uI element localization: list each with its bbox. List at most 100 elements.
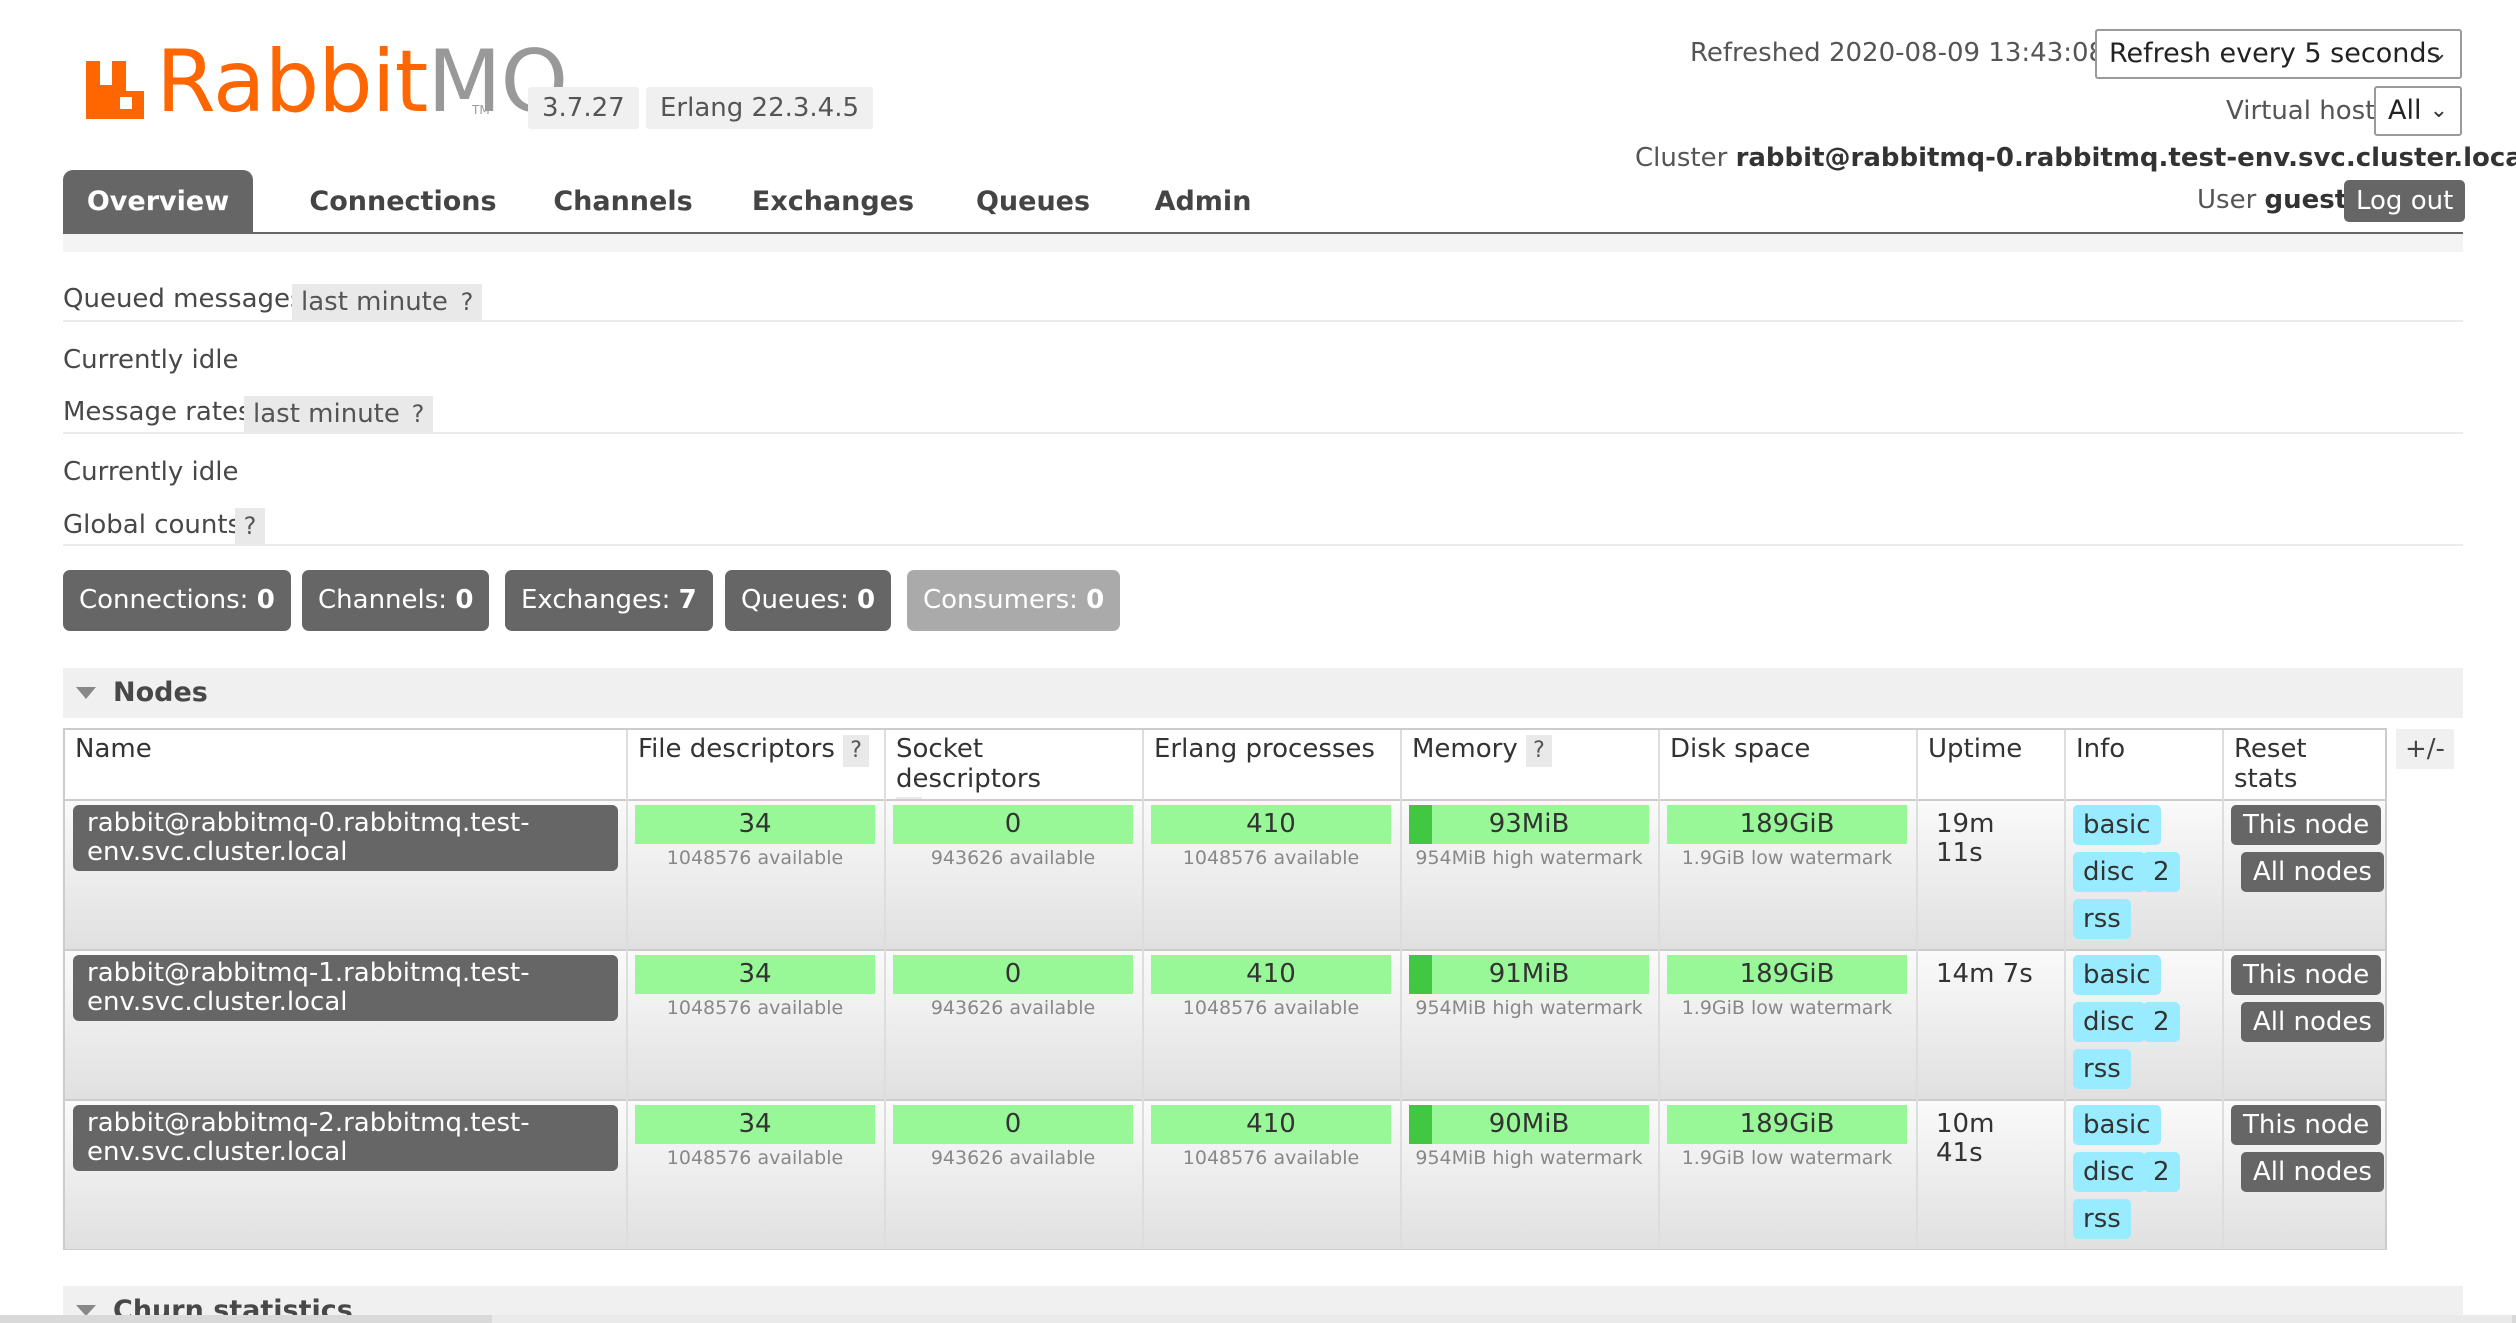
memory-value: 90MiB [1488, 1109, 1570, 1139]
column-separator [1400, 799, 1402, 1249]
info-basic-tag[interactable]: basic [2073, 805, 2161, 845]
nodes-section-title: Nodes [113, 677, 208, 708]
node-name-link[interactable]: rabbit@rabbitmq-1.rabbitmq.test-env.svc.… [73, 955, 618, 1021]
reset-all-nodes-button[interactable]: All nodes [2241, 1152, 2384, 1192]
column-header-info: Info [2066, 730, 2224, 799]
erlang-processes-meter: 410 [1151, 955, 1391, 994]
column-header-erlang-processes: Erlang processes [1144, 730, 1402, 799]
tab-queues[interactable]: Queues [943, 170, 1123, 233]
refresh-interval-select[interactable]: Refresh every 5 seconds ⌄ [2095, 29, 2462, 79]
info-disc-count-tag[interactable]: 2 [2143, 1002, 2180, 1042]
queued-messages-status: Currently idle [63, 345, 239, 375]
chevron-down-icon: ⌄ [2429, 98, 2448, 123]
info-rss-tag[interactable]: rss [2073, 1049, 2131, 1089]
channels-count-button[interactable]: Channels: 0 [302, 570, 490, 631]
reset-this-node-button[interactable]: This node [2231, 1105, 2382, 1145]
node-name-line: rabbit@rabbitmq-2.rabbitmq.test- [87, 1108, 530, 1138]
node-name-line: rabbit@rabbitmq-1.rabbitmq.test- [87, 958, 530, 988]
logo-trademark: TM [472, 103, 490, 117]
rabbitmq-logo[interactable]: RabbitMQ TM [82, 39, 568, 135]
count-label: Channels: [318, 585, 448, 615]
memory-meter: 90MiB [1409, 1105, 1649, 1144]
global-counts-help[interactable]: ? [235, 508, 265, 544]
uptime-line: 10m [1936, 1109, 1995, 1139]
memory-watermark: 954MiB high watermark [1415, 1147, 1643, 1169]
column-header-label: Reset stats [2234, 734, 2307, 794]
info-basic-tag[interactable]: basic [2073, 955, 2161, 995]
reset-all-nodes-button[interactable]: All nodes [2241, 852, 2384, 892]
node-name-link[interactable]: rabbit@rabbitmq-2.rabbitmq.test-env.svc.… [73, 1105, 618, 1171]
info-rss-tag[interactable]: rss [2073, 1199, 2131, 1239]
collapse-triangle-icon[interactable] [74, 685, 98, 701]
node-name-link[interactable]: rabbit@rabbitmq-0.rabbitmq.test-env.svc.… [73, 805, 618, 871]
column-header-label: Erlang processes [1154, 734, 1375, 764]
memory-watermark: 954MiB high watermark [1415, 997, 1643, 1019]
column-header-name: Name [65, 730, 628, 799]
file-descriptors-help[interactable]: ? [843, 735, 870, 767]
horizontal-scrollbar-thumb[interactable] [492, 1315, 2512, 1323]
exchanges-count-button[interactable]: Exchanges: 7 [505, 570, 713, 631]
memory-help[interactable]: ? [1526, 735, 1553, 767]
uptime-line: 14m 7s [1936, 959, 2033, 989]
virtual-host-select[interactable]: All ⌄ [2374, 86, 2462, 136]
version-badge: 3.7.27 [528, 87, 639, 129]
column-header-uptime: Uptime [1918, 730, 2066, 799]
reset-all-nodes-button[interactable]: All nodes [2241, 1002, 2384, 1042]
reset-this-node-button[interactable]: This node [2231, 805, 2382, 845]
uptime-value: 14m 7s [1936, 960, 2033, 989]
queued-messages-help[interactable]: ? [452, 284, 482, 320]
socket-descriptors-available: 943626 available [930, 997, 1096, 1019]
column-toggle-button[interactable]: +/- [2396, 729, 2454, 769]
info-rss-tag[interactable]: rss [2073, 899, 2131, 939]
count-value: 0 [455, 585, 474, 615]
column-header-label: Name [75, 734, 152, 764]
erlang-processes-meter: 410 [1151, 805, 1391, 844]
nodes-section-header[interactable] [63, 668, 2463, 718]
node-name-line: env.svc.cluster.local [87, 837, 348, 867]
column-header-socket-descriptors: Socket descriptors? [886, 730, 1144, 825]
count-value: 0 [857, 585, 876, 615]
column-separator [2064, 799, 2066, 1249]
info-disc-tag[interactable]: disc [2073, 852, 2145, 892]
queued-messages-range[interactable]: last minute [292, 284, 457, 320]
nodes-table: Name File descriptors ? Socket descripto… [63, 728, 2387, 1250]
memory-used-fill [1409, 1105, 1432, 1144]
main-nav-tabs: Overview Connections Channels Exchanges … [63, 170, 2463, 233]
virtual-host-label: Virtual host [2226, 96, 2376, 126]
memory-value: 91MiB [1488, 959, 1570, 989]
erlang-processes-meter: 410 [1151, 1105, 1391, 1144]
tab-overview[interactable]: Overview [63, 170, 253, 233]
memory-watermark: 954MiB high watermark [1415, 847, 1643, 869]
count-value: 0 [256, 585, 275, 615]
message-rates-help[interactable]: ? [403, 396, 433, 432]
column-header-file-descriptors: File descriptors ? [628, 730, 886, 799]
tab-exchanges[interactable]: Exchanges [723, 170, 943, 233]
column-header-label: Socket descriptors [896, 734, 1042, 794]
info-disc-tag[interactable]: disc [2073, 1152, 2145, 1192]
socket-descriptors-meter: 0 [893, 805, 1133, 844]
queues-count-button[interactable]: Queues: 0 [725, 570, 892, 631]
socket-descriptors-available: 943626 available [930, 1147, 1096, 1169]
cluster-info: Cluster rabbit@rabbitmq-0.rabbitmq.test-… [1635, 143, 2516, 173]
info-basic-tag[interactable]: basic [2073, 1105, 2161, 1145]
erlang-processes-available: 1048576 available [1182, 847, 1360, 869]
info-disc-tag[interactable]: disc [2073, 1002, 2145, 1042]
consumers-count-button[interactable]: Consumers: 0 [907, 570, 1121, 631]
disk-space-watermark: 1.9GiB low watermark [1681, 1147, 1893, 1169]
tab-connections[interactable]: Connections [283, 170, 523, 233]
connections-count-button[interactable]: Connections: 0 [63, 570, 291, 631]
file-descriptors-meter: 34 [635, 955, 875, 994]
count-value: 0 [1086, 585, 1105, 615]
info-disc-count-tag[interactable]: 2 [2143, 852, 2180, 892]
socket-descriptors-meter: 0 [893, 955, 1133, 994]
message-rates-range[interactable]: last minute [244, 396, 409, 432]
uptime-value: 19m 11s [1936, 810, 1994, 868]
divider [63, 320, 2463, 322]
reset-this-node-button[interactable]: This node [2231, 955, 2382, 995]
tab-admin[interactable]: Admin [1123, 170, 1283, 233]
memory-meter: 91MiB [1409, 955, 1649, 994]
file-descriptors-available: 1048576 available [666, 997, 844, 1019]
info-disc-count-tag[interactable]: 2 [2143, 1152, 2180, 1192]
tab-channels[interactable]: Channels [523, 170, 723, 233]
global-counts-label: Global counts [63, 510, 242, 540]
